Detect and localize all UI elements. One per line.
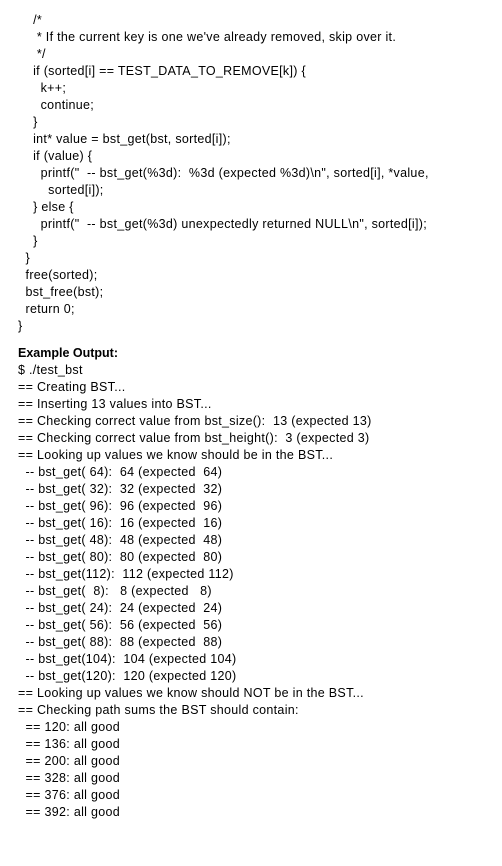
output-line: -- bst_get( 56): 56 (expected 56) — [18, 617, 502, 634]
code-snippet: /* * If the current key is one we've alr… — [18, 12, 502, 335]
code-line: * If the current key is one we've alread… — [18, 29, 502, 46]
output-line: -- bst_get( 48): 48 (expected 48) — [18, 532, 502, 549]
code-line: if (value) { — [18, 148, 502, 165]
code-line: k++; — [18, 80, 502, 97]
code-line: printf(" -- bst_get(%3d): %3d (expected … — [18, 165, 502, 182]
output-line: == 200: all good — [18, 753, 502, 770]
output-line: == 136: all good — [18, 736, 502, 753]
output-line: -- bst_get(112): 112 (expected 112) — [18, 566, 502, 583]
output-line: == Looking up values we know should NOT … — [18, 685, 502, 702]
output-line: -- bst_get(104): 104 (expected 104) — [18, 651, 502, 668]
code-line: } else { — [18, 199, 502, 216]
output-line: $ ./test_bst — [18, 362, 502, 379]
code-line: /* — [18, 12, 502, 29]
output-line: == Checking correct value from bst_heigh… — [18, 430, 502, 447]
code-line: int* value = bst_get(bst, sorted[i]); — [18, 131, 502, 148]
output-line: == 392: all good — [18, 804, 502, 821]
output-line: == 328: all good — [18, 770, 502, 787]
output-line: -- bst_get( 24): 24 (expected 24) — [18, 600, 502, 617]
output-line: == Checking path sums the BST should con… — [18, 702, 502, 719]
output-line: -- bst_get( 32): 32 (expected 32) — [18, 481, 502, 498]
output-line: -- bst_get(120): 120 (expected 120) — [18, 668, 502, 685]
example-output-heading: Example Output: — [18, 345, 502, 362]
code-line: } — [18, 250, 502, 267]
output-line: == Looking up values we know should be i… — [18, 447, 502, 464]
example-output: $ ./test_bst== Creating BST...== Inserti… — [18, 362, 502, 821]
output-line: == 376: all good — [18, 787, 502, 804]
code-line: */ — [18, 46, 502, 63]
output-line: -- bst_get( 64): 64 (expected 64) — [18, 464, 502, 481]
code-line: printf(" -- bst_get(%3d) unexpectedly re… — [18, 216, 502, 233]
code-line: } — [18, 114, 502, 131]
output-line: -- bst_get( 8): 8 (expected 8) — [18, 583, 502, 600]
code-line: } — [18, 233, 502, 250]
output-line: -- bst_get( 96): 96 (expected 96) — [18, 498, 502, 515]
code-line: return 0; — [18, 301, 502, 318]
output-line: -- bst_get( 16): 16 (expected 16) — [18, 515, 502, 532]
output-line: == Checking correct value from bst_size(… — [18, 413, 502, 430]
code-line: sorted[i]); — [18, 182, 502, 199]
output-line: -- bst_get( 88): 88 (expected 88) — [18, 634, 502, 651]
code-line: bst_free(bst); — [18, 284, 502, 301]
code-line: continue; — [18, 97, 502, 114]
output-line: == 120: all good — [18, 719, 502, 736]
output-line: -- bst_get( 80): 80 (expected 80) — [18, 549, 502, 566]
code-line: } — [18, 318, 502, 335]
code-line: if (sorted[i] == TEST_DATA_TO_REMOVE[k])… — [18, 63, 502, 80]
code-line: free(sorted); — [18, 267, 502, 284]
output-line: == Inserting 13 values into BST... — [18, 396, 502, 413]
output-line: == Creating BST... — [18, 379, 502, 396]
